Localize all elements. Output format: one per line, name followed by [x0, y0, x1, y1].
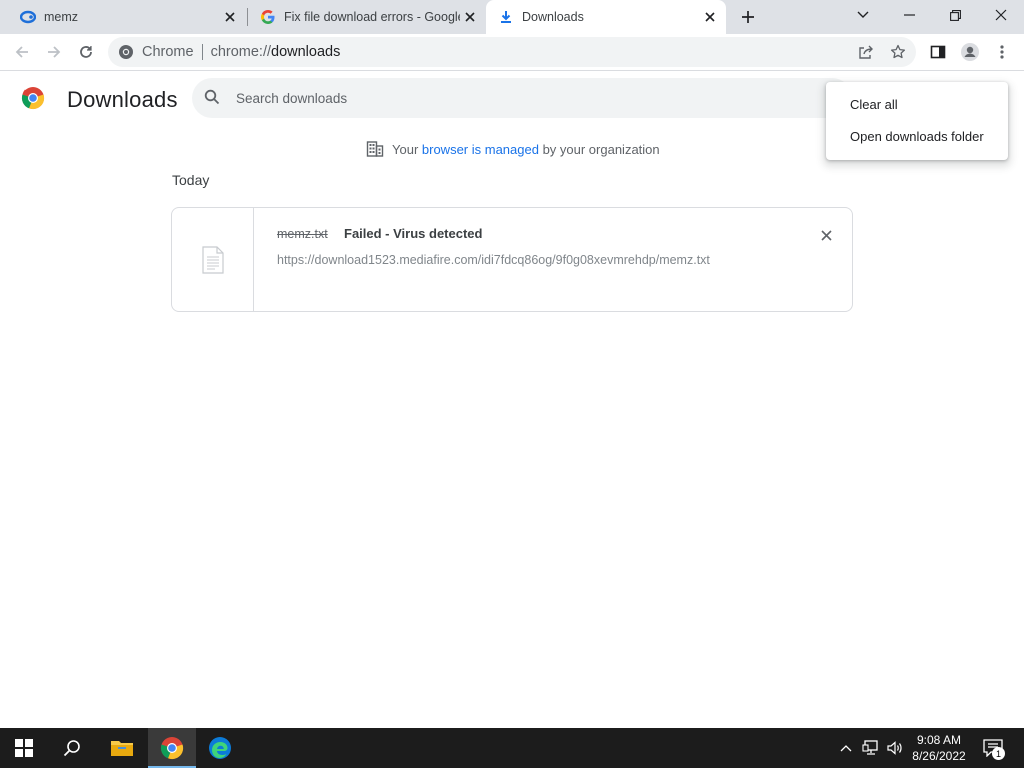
downloads-more-actions-menu: Clear all Open downloads folder	[826, 82, 1008, 160]
taskbar-search-button[interactable]	[48, 728, 96, 768]
show-hidden-icons-button[interactable]	[836, 738, 856, 758]
reload-button[interactable]	[72, 38, 100, 66]
clock-time: 9:08 AM	[916, 733, 962, 747]
avatar-icon	[961, 43, 979, 61]
more-vertical-icon	[1000, 45, 1004, 59]
new-tab-button[interactable]	[736, 5, 760, 29]
chrome-site-icon	[118, 44, 134, 60]
side-panel-button[interactable]	[924, 38, 952, 66]
notification-count-badge: 1	[992, 747, 1005, 760]
remove-download-button[interactable]	[816, 225, 836, 245]
search-input[interactable]	[236, 90, 796, 106]
search-downloads-field[interactable]	[192, 78, 852, 118]
managed-notice: Your browser is managed by your organiza…	[366, 140, 660, 158]
close-icon	[995, 9, 1007, 21]
screen: memz Fix file download errors - Google D…	[0, 0, 1024, 768]
url-scheme: chrome://	[210, 44, 272, 60]
star-icon	[890, 44, 906, 59]
close-tab-icon[interactable]	[460, 7, 480, 27]
url-path: downloads	[271, 44, 341, 60]
plus-icon	[742, 11, 754, 23]
chrome-logo-icon	[21, 86, 45, 110]
file-icon-column	[172, 208, 254, 311]
action-center-button[interactable]: 1	[980, 736, 1006, 760]
arrow-right-icon	[48, 46, 61, 58]
edge-icon	[209, 737, 231, 759]
chrome-menu-button[interactable]	[988, 38, 1016, 66]
start-button[interactable]	[0, 728, 48, 768]
google-tab-icon	[260, 9, 276, 25]
tab-strip: memz Fix file download errors - Google D…	[0, 0, 1024, 34]
edge-tab-icon	[20, 9, 36, 25]
profile-button[interactable]	[956, 38, 984, 66]
minimize-button[interactable]	[886, 0, 932, 30]
taskbar-clock[interactable]: 9:08 AM 8/26/2022	[906, 732, 972, 764]
tab-downloads[interactable]: Downloads	[486, 0, 726, 34]
bookmark-button[interactable]	[884, 38, 912, 66]
date-section-heading: Today	[172, 172, 210, 188]
tab-title: Fix file download errors - Google	[284, 10, 460, 24]
download-status: Failed - Virus detected	[344, 226, 483, 241]
network-icon[interactable]	[861, 738, 881, 758]
download-item: memz.txt Failed - Virus detected https:/…	[171, 207, 853, 312]
site-label: Chrome	[142, 44, 194, 60]
file-explorer-button[interactable]	[98, 728, 146, 768]
restore-button[interactable]	[932, 0, 978, 30]
managed-text-suffix: by your organization	[538, 141, 660, 157]
close-tab-icon[interactable]	[700, 7, 720, 27]
volume-icon[interactable]	[885, 738, 905, 758]
browser-toolbar: Chrome chrome:// downloads	[0, 34, 1024, 71]
menu-item-open-downloads-folder[interactable]: Open downloads folder	[850, 129, 984, 144]
minimize-icon	[903, 14, 915, 16]
download-url[interactable]: https://download1523.mediafire.com/idi7f…	[277, 253, 710, 267]
arrow-left-icon	[15, 46, 28, 58]
omnibox-divider	[201, 44, 203, 60]
restore-icon	[949, 9, 961, 21]
tab-fix-download-errors[interactable]: Fix file download errors - Google	[248, 0, 486, 34]
windows-logo-icon	[15, 739, 33, 757]
search-icon	[63, 740, 80, 757]
file-icon	[201, 245, 224, 274]
tab-title: Downloads	[522, 10, 584, 24]
browser-managed-link[interactable]: browser is managed	[422, 142, 539, 157]
file-name: memz.txt	[277, 227, 328, 241]
address-bar[interactable]: Chrome chrome:// downloads	[108, 37, 916, 67]
clock-date: 8/26/2022	[912, 749, 966, 763]
chevron-up-icon	[840, 745, 852, 752]
managed-text-prefix: Your	[392, 141, 422, 157]
folder-icon	[111, 741, 133, 756]
close-icon	[820, 229, 832, 241]
menu-item-clear-all[interactable]: Clear all	[850, 97, 898, 112]
forward-button[interactable]	[40, 38, 68, 66]
close-tab-icon[interactable]	[220, 7, 240, 27]
search-icon	[204, 89, 222, 107]
tab-search-button[interactable]	[840, 0, 886, 30]
share-button[interactable]	[852, 38, 880, 66]
download-tab-icon	[498, 9, 514, 25]
edge-taskbar-button[interactable]	[196, 728, 244, 768]
page-title: Downloads	[67, 87, 178, 112]
chrome-icon	[160, 737, 184, 760]
reload-icon	[80, 46, 92, 58]
back-button[interactable]	[8, 38, 36, 66]
windows-taskbar: 9:08 AM 8/26/2022 1	[0, 728, 1024, 768]
tab-title: memz	[44, 10, 79, 24]
chrome-taskbar-button[interactable]	[148, 728, 196, 768]
building-icon	[366, 140, 384, 158]
close-window-button[interactable]	[978, 0, 1024, 30]
tab-memz[interactable]: memz	[0, 0, 246, 34]
chevron-down-icon	[857, 11, 869, 18]
share-icon	[859, 45, 873, 59]
side-panel-icon	[930, 45, 946, 59]
